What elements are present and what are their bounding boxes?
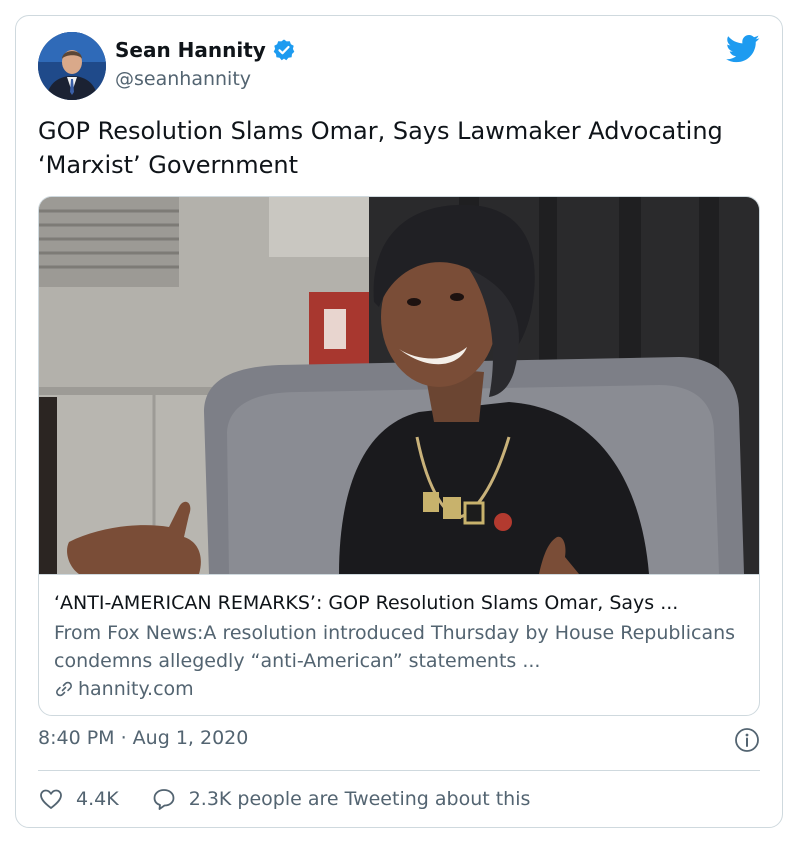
link-preview-card[interactable]: ‘ANTI-AMERICAN REMARKS’: GOP Resolution …: [38, 196, 760, 716]
author-avatar[interactable]: [38, 32, 106, 100]
link-preview-domain[interactable]: hannity.com: [54, 675, 747, 703]
tweet-embed-card: Sean Hannity @seanhannity GOP Resolution…: [15, 15, 783, 828]
conversation-action[interactable]: 2.3K people are Tweeting about this: [151, 786, 531, 812]
author-name[interactable]: Sean Hannity: [115, 38, 296, 62]
link-preview-meta[interactable]: ‘ANTI-AMERICAN REMARKS’: GOP Resolution …: [39, 574, 759, 715]
like-count: 4.4K: [76, 788, 119, 810]
speech-bubble-icon[interactable]: [151, 786, 177, 812]
link-domain-text[interactable]: hannity.com: [78, 675, 194, 703]
author-handle[interactable]: @seanhannity: [115, 68, 251, 90]
author-name-text[interactable]: Sean Hannity: [115, 38, 266, 62]
verified-badge-icon: [272, 38, 296, 62]
link-icon: [54, 679, 74, 699]
link-preview-image[interactable]: [39, 197, 760, 574]
divider: [38, 770, 760, 771]
link-preview-title[interactable]: ‘ANTI-AMERICAN REMARKS’: GOP Resolution …: [54, 589, 747, 617]
tweet-actions: 4.4K 2.3K people are Tweeting about this: [38, 784, 530, 814]
twitter-bird-icon[interactable]: [725, 34, 760, 64]
tweet-text: GOP Resolution Slams Omar, Says Lawmaker…: [38, 117, 723, 179]
tweet-timestamp[interactable]: 8:40 PM · Aug 1, 2020: [38, 727, 248, 749]
info-icon[interactable]: [734, 727, 760, 753]
link-preview-description: From Fox News:A resolution introduced Th…: [54, 622, 736, 672]
heart-icon[interactable]: [38, 786, 64, 812]
tweeting-count[interactable]: 2.3K people are Tweeting about this: [189, 788, 531, 810]
like-action[interactable]: 4.4K: [38, 786, 119, 812]
